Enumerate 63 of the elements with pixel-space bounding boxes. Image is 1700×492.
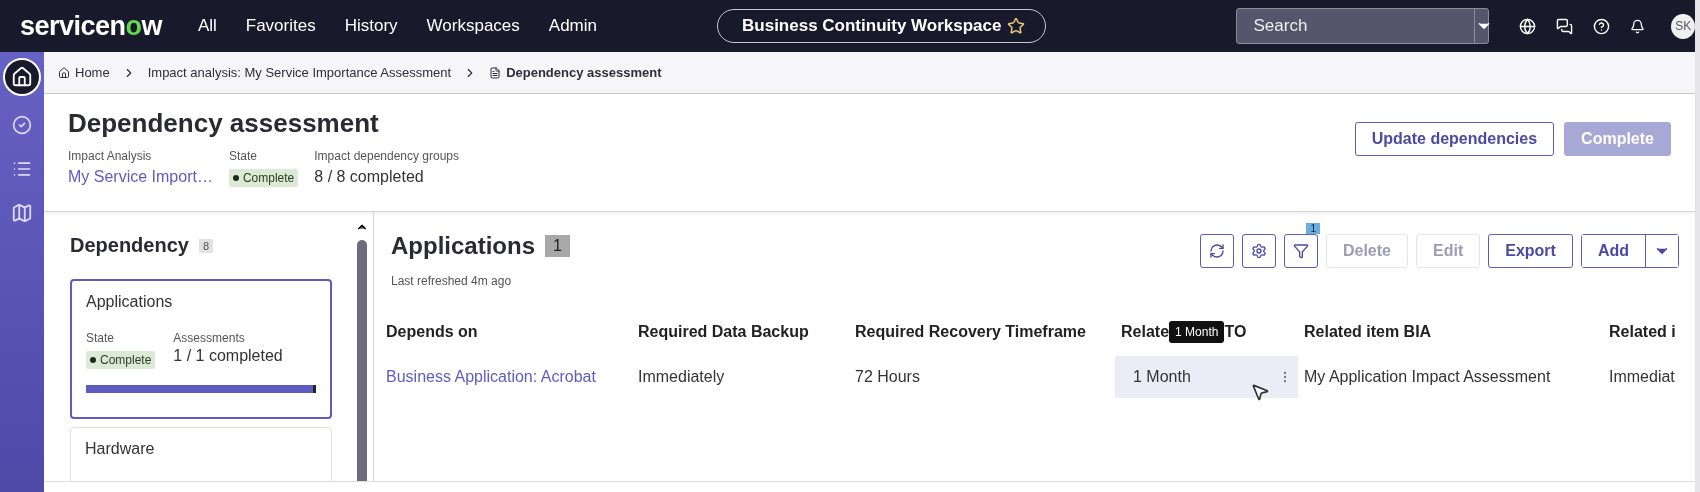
refresh-icon — [1208, 243, 1225, 259]
page-title: Dependency assessment — [68, 108, 380, 139]
filter-count-badge: 1 — [1306, 223, 1320, 234]
breadcrumb-link[interactable]: Impact analysis: My Service Importance Assessment — [147, 65, 452, 80]
column-header[interactable]: Related item BIA — [1298, 312, 1603, 352]
tooltip: 1 Month — [1169, 321, 1225, 343]
settings-icon — [1250, 243, 1267, 259]
star-icon — [1007, 17, 1026, 35]
dependency-card[interactable]: Applications State Complete Assessments 1 / 1 completed — [70, 279, 332, 419]
settings-button[interactable] — [1241, 234, 1276, 268]
chat-icon[interactable] — [1556, 17, 1574, 35]
bell-icon[interactable] — [1630, 18, 1646, 34]
dependency-link[interactable]: Business Application: Acrobat — [380, 356, 632, 398]
nav-menu-item[interactable]: All — [197, 16, 217, 36]
column-header[interactable]: Depends on — [380, 312, 632, 352]
breadcrumb-link[interactable]: Home — [58, 65, 110, 80]
search-input[interactable]: Search — [1247, 9, 1475, 43]
filter-icon — [1292, 243, 1309, 259]
search-field[interactable]: Search — [1236, 8, 1490, 44]
scrollbar-thumb[interactable] — [357, 240, 367, 481]
add-split-button[interactable]: Add — [1580, 234, 1679, 268]
nav-menu-item[interactable]: Admin — [548, 16, 597, 36]
rail-nav-button[interactable] — [3, 58, 41, 96]
home-icon — [58, 66, 70, 79]
list-icon — [12, 159, 32, 179]
field-label: Impact dependency groups — [314, 149, 460, 163]
nav-menu-item[interactable]: History — [344, 16, 398, 36]
section-title: Dependency — [70, 234, 189, 257]
count-badge: 1 — [545, 235, 570, 257]
status-tag: Complete — [228, 169, 299, 187]
column-header[interactable]: Required Data Backup — [632, 312, 849, 352]
section-title: Applications — [391, 232, 535, 260]
last-refreshed-text: Last refreshed 4m ago — [390, 274, 513, 288]
toolbar-button[interactable]: Export — [1488, 234, 1573, 268]
breadcrumb-link[interactable]: Dependency assessment — [489, 65, 662, 80]
nav-menu-item[interactable]: Workspaces — [426, 16, 520, 36]
home-icon — [11, 66, 33, 88]
mouse-cursor-icon — [1250, 382, 1270, 402]
field-value: 8 / 8 completed — [314, 168, 425, 186]
globe-icon[interactable] — [1519, 17, 1537, 35]
field-label: Impact Analysis — [68, 149, 153, 163]
refresh-button[interactable] — [1199, 234, 1234, 268]
table-cell-text: My Application Impact Assessment — [1303, 367, 1552, 387]
field-label: State — [228, 149, 258, 163]
nav-menu-item[interactable]: Favorites — [245, 16, 316, 36]
table-cell: 1 Month — [1115, 356, 1298, 398]
table-cell-text: Immediat — [1608, 367, 1676, 387]
user-avatar[interactable]: SK — [1671, 13, 1695, 39]
document-icon — [489, 66, 502, 79]
table-cell-text: 72 Hours — [854, 367, 921, 387]
count-badge: 8 — [198, 238, 214, 253]
column-header[interactable]: Required Recovery Timeframe — [849, 312, 1115, 352]
column-header[interactable]: Related i — [1603, 312, 1683, 352]
dependency-card[interactable]: Hardware — [70, 427, 332, 481]
check-circle-icon — [12, 115, 32, 135]
servicenow-logo[interactable]: servicenow — [20, 10, 180, 42]
filter-button[interactable] — [1283, 234, 1318, 268]
update-dependencies-button[interactable]: Update dependencies — [1354, 122, 1555, 156]
column-header[interactable]: Relate 1 Month TO — [1115, 312, 1298, 352]
table-cell-text: Immediately — [637, 367, 726, 387]
map-icon — [11, 202, 33, 224]
help-icon[interactable] — [1593, 17, 1611, 35]
impact-analysis-link[interactable]: My Service Import… — [68, 168, 213, 186]
